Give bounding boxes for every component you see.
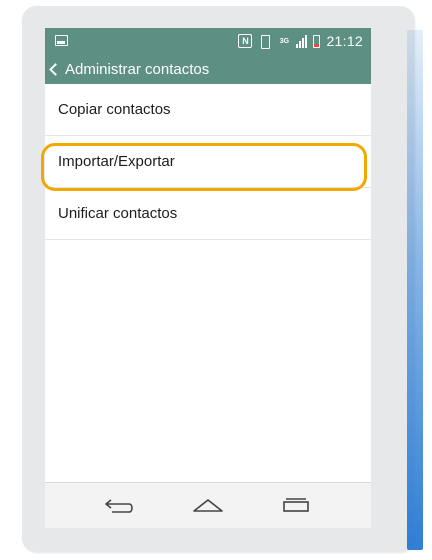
back-chevron-icon[interactable] [49, 62, 62, 76]
battery-icon [313, 34, 321, 48]
status-icons: N 3G 21:12 [238, 31, 363, 51]
back-icon[interactable] [103, 495, 137, 520]
menu-item-importar-exportar[interactable]: Importar/Exportar [45, 136, 371, 188]
action-bar[interactable]: Administrar contactos [45, 54, 371, 84]
menu-item-label: Copiar contactos [58, 101, 171, 118]
menu-item-label: Importar/Exportar [58, 153, 175, 170]
navigation-bar [45, 482, 371, 528]
home-icon[interactable] [191, 495, 225, 520]
menu-item-unificar-contactos[interactable]: Unificar contactos [45, 188, 371, 240]
menu-list: Copiar contactos Importar/Exportar Unifi… [45, 84, 371, 240]
status-time: 21:12 [326, 33, 363, 49]
vibrate-icon [258, 34, 272, 49]
menu-item-label: Unificar contactos [58, 205, 178, 222]
signal-icon [296, 34, 308, 48]
gallery-icon [55, 35, 68, 46]
page-title: Administrar contactos [65, 60, 210, 78]
menu-item-copiar-contactos[interactable]: Copiar contactos [45, 84, 371, 136]
recent-apps-icon[interactable] [279, 495, 313, 520]
network-icon: 3G [279, 37, 290, 45]
nfc-icon: N [238, 34, 253, 48]
phone-screen: N 3G 21:12 Administrar contactos Copiar … [45, 28, 371, 528]
status-bar: N 3G 21:12 [45, 28, 371, 54]
phone-edge-glow [407, 30, 423, 550]
